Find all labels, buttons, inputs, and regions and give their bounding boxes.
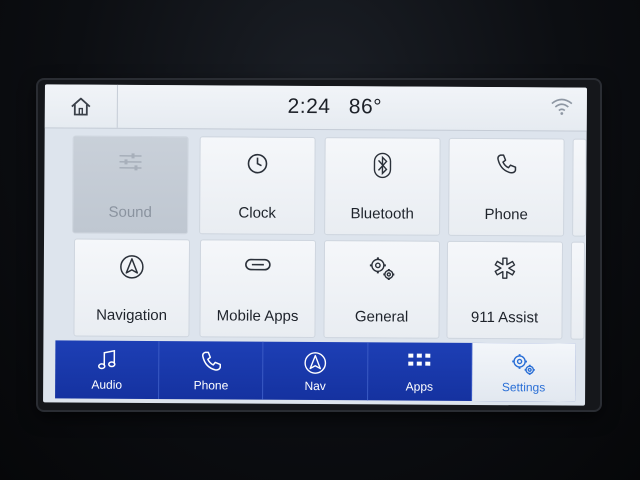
nav-audio[interactable]: Audio [55, 340, 160, 400]
infotainment-screen: 2:24 86° Sound Clock Bluetooth Phone Nav… [43, 84, 587, 406]
nav-phone[interactable]: Phone [159, 341, 264, 400]
nav-label: Settings [501, 380, 546, 395]
phone-icon [449, 153, 563, 176]
status-bar: 2:24 86° [44, 84, 587, 132]
tile-general[interactable]: General [323, 240, 441, 339]
tile-label: Navigation [96, 306, 168, 325]
nav-label: Audio [91, 377, 123, 392]
clock-icon [200, 151, 314, 176]
settings-tile-grid: Sound Clock Bluetooth Phone Navigation M… [43, 129, 587, 379]
tile-label: Phone [484, 206, 528, 224]
star-of-life-icon [448, 256, 562, 281]
link-icon [201, 254, 315, 275]
tile-bluetooth[interactable]: Bluetooth [324, 137, 441, 236]
tile-mobile-apps[interactable]: Mobile Apps [199, 239, 317, 339]
tile-label: 911 Assist [470, 308, 539, 327]
wifi-icon [551, 97, 573, 120]
nav-nav[interactable]: Nav [263, 341, 369, 401]
tile-label: Bluetooth [350, 205, 414, 223]
bluetooth-icon [325, 152, 439, 179]
apps-grid-icon [368, 351, 471, 370]
tile-phone[interactable]: Phone [448, 137, 565, 237]
gears-icon [472, 352, 575, 377]
home-icon [71, 97, 91, 116]
nav-label: Nav [304, 378, 326, 394]
navigation-icon [264, 351, 367, 376]
tile-clock[interactable]: Clock [199, 136, 316, 236]
nav-apps[interactable]: Apps [367, 342, 473, 401]
tile-offscreen [570, 241, 586, 340]
tile-label: Clock [238, 204, 276, 222]
tile-label: General [354, 308, 409, 326]
tile-911-assist[interactable]: 911 Assist [446, 240, 564, 340]
status-temperature: 86° [348, 95, 383, 119]
sliders-icon [73, 151, 187, 174]
tile-navigation[interactable]: Navigation [73, 238, 191, 338]
bottom-nav-bar: Audio Phone Nav Apps Settings [55, 340, 576, 402]
music-note-icon [55, 349, 158, 372]
phone-icon [159, 350, 262, 373]
tile-sound[interactable]: Sound [72, 135, 189, 235]
nav-settings[interactable]: Settings [471, 342, 576, 402]
home-button[interactable] [44, 84, 118, 128]
time-temperature: 2:24 86° [245, 95, 425, 120]
tile-offscreen [572, 138, 587, 237]
nav-label: Phone [193, 378, 229, 393]
gears-icon [325, 255, 439, 282]
tile-label: Mobile Apps [216, 307, 299, 325]
tile-label: Sound [108, 203, 152, 222]
navigation-icon [75, 254, 189, 281]
nav-label: Apps [405, 379, 434, 394]
status-time: 2:24 [287, 94, 331, 119]
